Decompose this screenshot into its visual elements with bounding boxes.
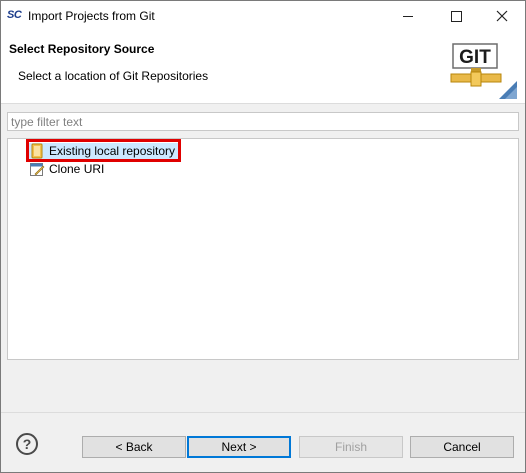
repository-source-tree[interactable]: Existing local repository Clone URI xyxy=(7,138,519,360)
help-button[interactable]: ? xyxy=(16,433,38,455)
window-title: Import Projects from Git xyxy=(28,9,155,23)
title-bar: SC Import Projects from Git xyxy=(1,1,525,31)
git-logo-icon: GIT xyxy=(450,43,517,99)
tree-item-existing-local-repository[interactable]: Existing local repository xyxy=(29,143,180,159)
close-icon xyxy=(496,10,508,22)
page-subtitle: Select a location of Git Repositories xyxy=(18,69,209,83)
page-title: Select Repository Source xyxy=(9,42,155,56)
button-bar-separator xyxy=(1,412,525,413)
cancel-button[interactable]: Cancel xyxy=(410,436,514,458)
tree-item-label: Clone URI xyxy=(49,162,105,176)
minimize-button[interactable] xyxy=(385,1,431,31)
clone-uri-icon xyxy=(30,163,45,176)
maximize-icon xyxy=(450,10,462,22)
git-logo-text: GIT xyxy=(459,47,491,68)
minimize-icon xyxy=(403,15,413,17)
next-button[interactable]: Next > xyxy=(187,436,291,458)
tree-item-label: Existing local repository xyxy=(49,144,176,158)
close-button[interactable] xyxy=(479,1,525,31)
finish-button[interactable]: Finish xyxy=(299,436,403,458)
app-icon: SC xyxy=(7,9,22,21)
import-dialog: SC Import Projects from Git Select Repos… xyxy=(0,0,526,473)
filter-input[interactable] xyxy=(7,112,519,131)
back-button[interactable]: < Back xyxy=(82,436,186,458)
wizard-header: Select Repository Source Select a locati… xyxy=(1,31,525,104)
maximize-button[interactable] xyxy=(433,1,479,31)
tree-item-clone-uri[interactable]: Clone URI xyxy=(29,161,108,177)
repository-icon xyxy=(31,143,43,159)
